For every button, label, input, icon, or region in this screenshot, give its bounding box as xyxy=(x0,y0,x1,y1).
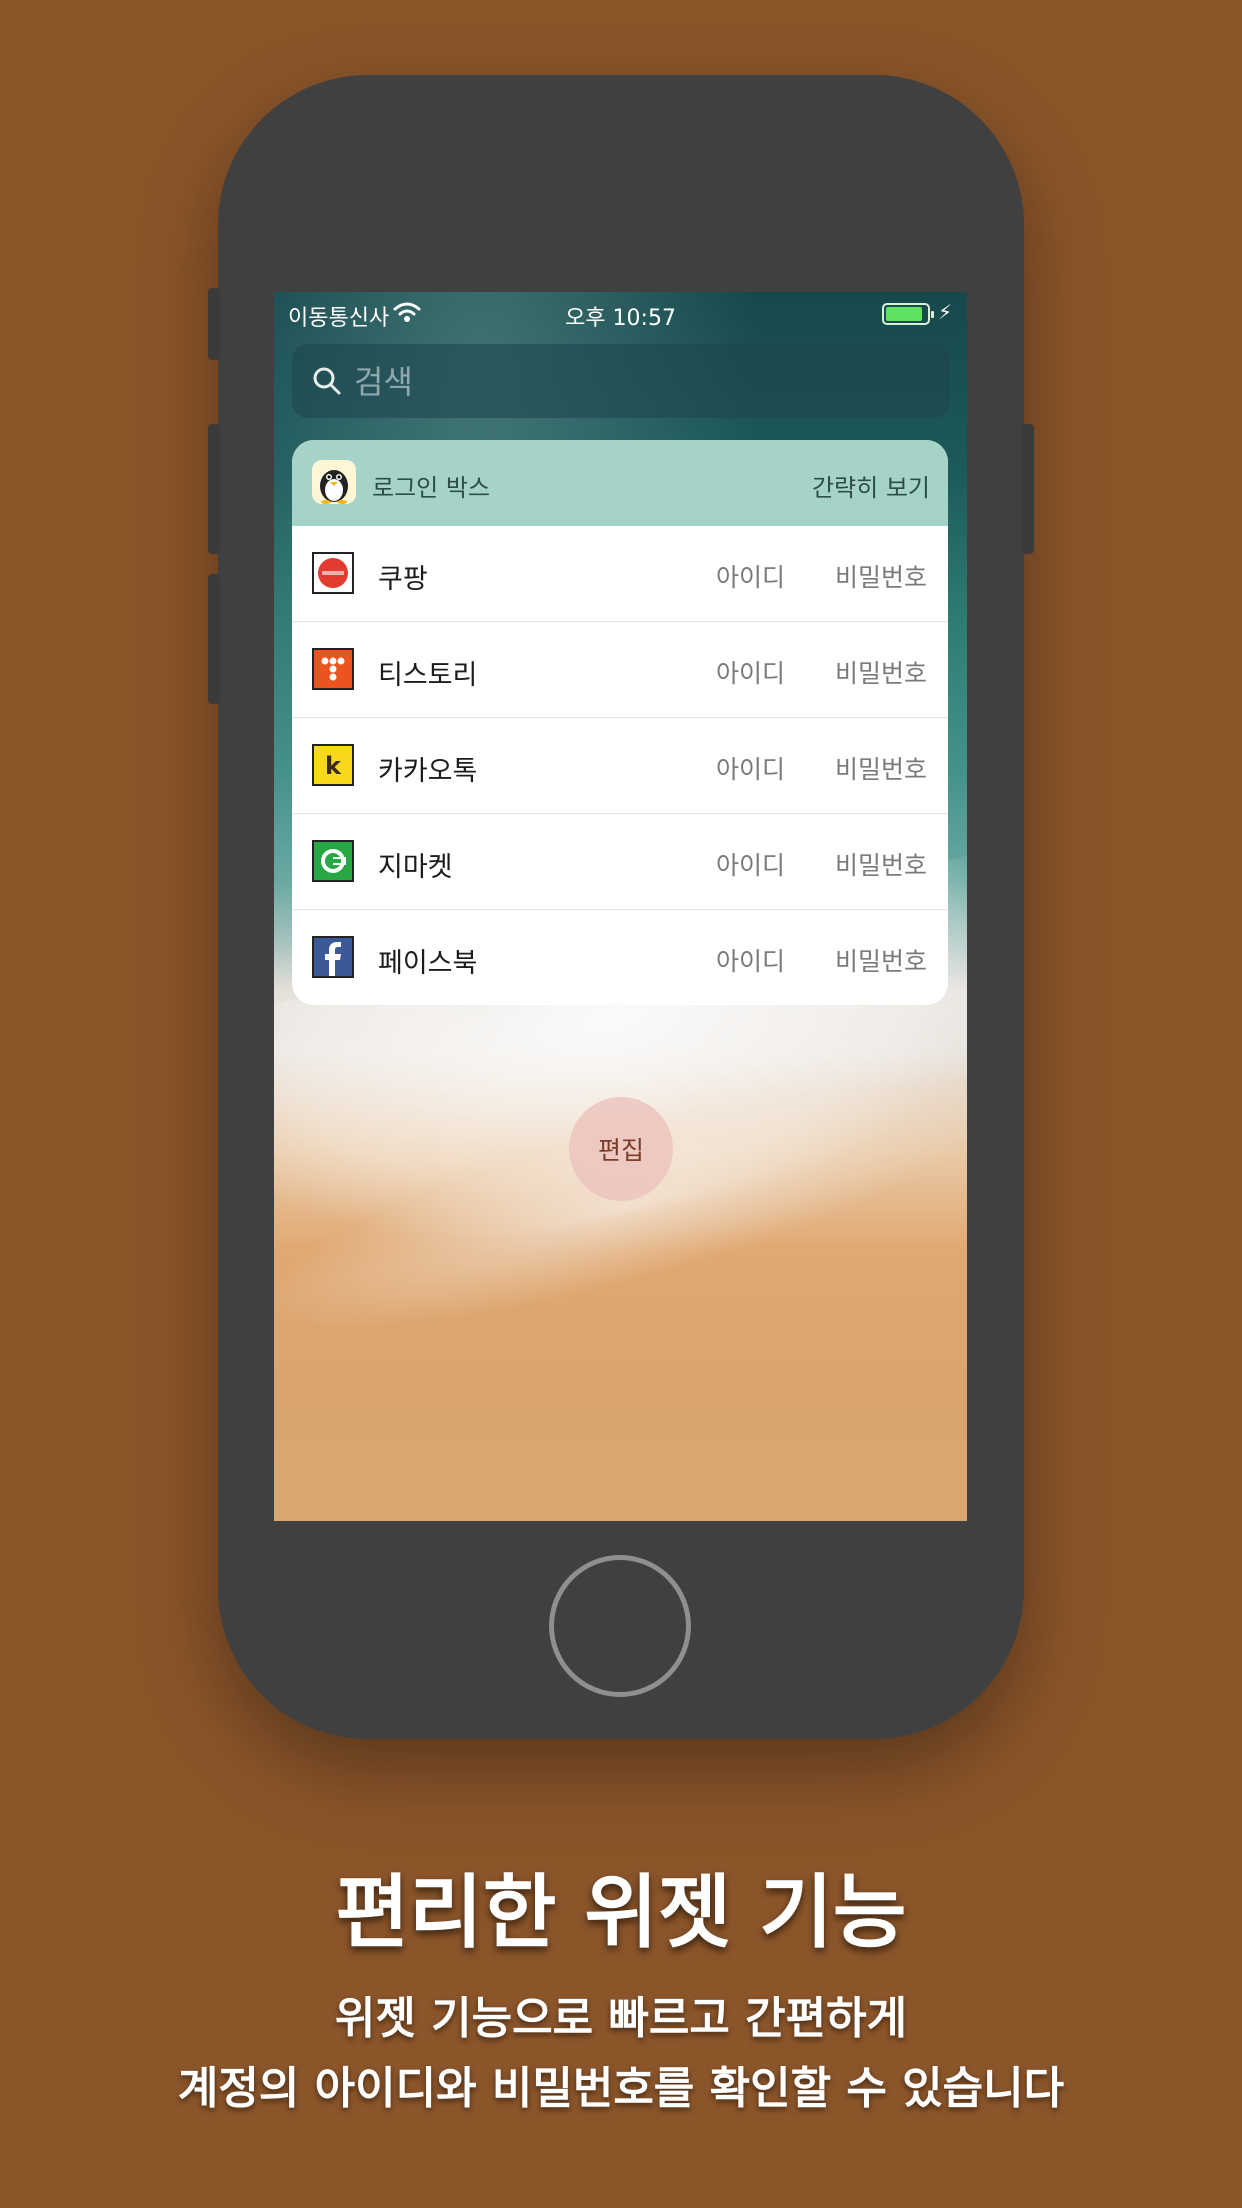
search-bar[interactable] xyxy=(292,344,950,418)
charging-icon: ⚡ xyxy=(938,300,953,324)
copy-id-button[interactable]: 아이디 xyxy=(716,558,785,594)
login-box-widget: 로그인 박스 간략히 보기 쿠팡 아이디 비밀번호 티스토리 아이디 비밀번호 … xyxy=(292,440,948,1005)
account-name: 지마켓 xyxy=(378,852,453,883)
account-row-facebook[interactable]: 페이스북 아이디 비밀번호 xyxy=(292,910,948,1005)
phone-screen: 이동통신사 오후 10:57 ⚡ 검색 로그인 박스 간략히 보기 쿠팡 아이디… xyxy=(274,292,967,1521)
copy-id-button[interactable]: 아이디 xyxy=(716,942,785,978)
kakaotalk-icon: k xyxy=(312,744,354,786)
account-row-tistory[interactable]: 티스토리 아이디 비밀번호 xyxy=(292,622,948,718)
account-name: 티스토리 xyxy=(378,660,478,691)
promo-headline: 편리한 위젯 기능 xyxy=(335,1866,907,1959)
volume-down-button xyxy=(208,574,220,704)
volume-up-button xyxy=(208,424,220,554)
battery-icon xyxy=(882,303,934,325)
copy-password-button[interactable]: 비밀번호 xyxy=(835,750,927,786)
power-button xyxy=(1022,424,1034,554)
copy-password-button[interactable]: 비밀번호 xyxy=(835,942,927,978)
gmarket-icon xyxy=(312,840,354,882)
search-icon xyxy=(312,366,342,396)
account-row-coupang[interactable]: 쿠팡 아이디 비밀번호 xyxy=(292,526,948,622)
penguin-icon xyxy=(312,460,356,504)
promo-subtitle-line1: 위젯 기능으로 빠르고 간편하게 xyxy=(334,1993,908,2044)
tistory-icon xyxy=(312,648,354,690)
account-row-kakaotalk[interactable]: k 카카오톡 아이디 비밀번호 xyxy=(292,718,948,814)
widget-header: 로그인 박스 간략히 보기 xyxy=(292,440,948,526)
status-bar: 이동통신사 오후 10:57 ⚡ xyxy=(274,292,967,338)
copy-password-button[interactable]: 비밀번호 xyxy=(835,558,927,594)
copy-id-button[interactable]: 아이디 xyxy=(716,750,785,786)
copy-id-button[interactable]: 아이디 xyxy=(716,846,785,882)
home-button[interactable] xyxy=(549,1555,691,1697)
coupang-icon xyxy=(312,552,354,594)
promo-subtitle-line2: 계정의 아이디와 비밀번호를 확인할 수 있습니다 xyxy=(177,2063,1065,2114)
svg-text:k: k xyxy=(325,752,342,780)
facebook-icon xyxy=(312,936,354,978)
mute-switch xyxy=(208,288,220,360)
widget-title: 로그인 박스 xyxy=(372,474,491,502)
copy-id-button[interactable]: 아이디 xyxy=(716,654,785,690)
search-input[interactable] xyxy=(352,356,916,408)
account-name: 페이스북 xyxy=(378,948,478,979)
status-time: 오후 10:57 xyxy=(565,306,676,331)
edit-button[interactable]: 편집 xyxy=(569,1097,673,1201)
copy-password-button[interactable]: 비밀번호 xyxy=(835,654,927,690)
account-name: 쿠팡 xyxy=(378,564,428,595)
show-less-button[interactable]: 간략히 보기 xyxy=(812,468,930,503)
copy-password-button[interactable]: 비밀번호 xyxy=(835,846,927,882)
account-row-gmarket[interactable]: 지마켓 아이디 비밀번호 xyxy=(292,814,948,910)
account-name: 카카오톡 xyxy=(378,756,478,787)
